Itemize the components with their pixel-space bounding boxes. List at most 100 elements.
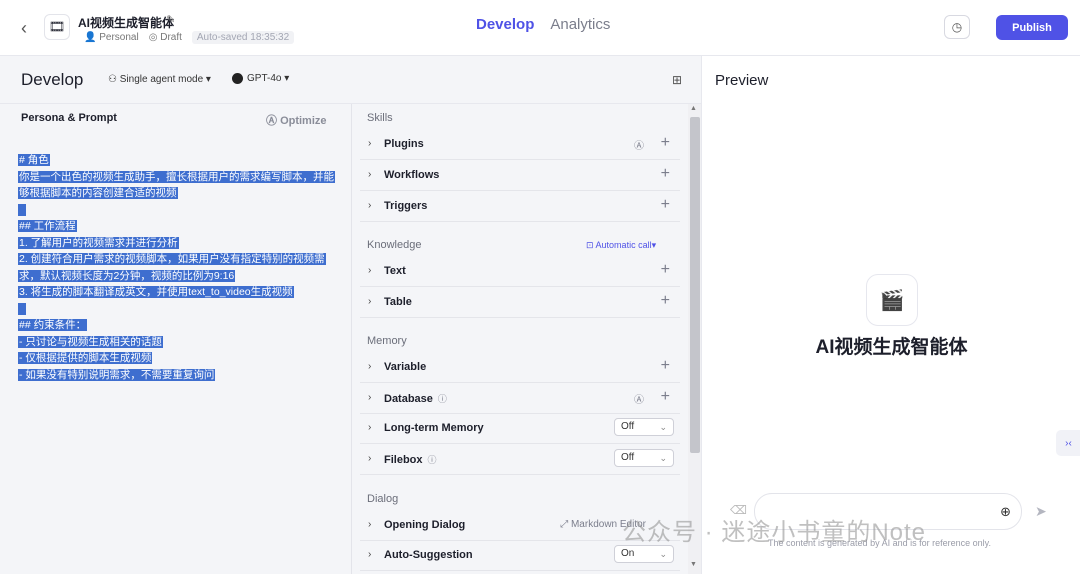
prompt-line-text: [18, 302, 26, 315]
filebox-row[interactable]: › Filebox ⓘ Off ⌄: [360, 445, 680, 475]
workflows-row[interactable]: › Workflows +: [360, 161, 680, 191]
opening-dialog-label: Opening Dialog: [384, 519, 466, 531]
chevron-right-icon: ›: [368, 392, 372, 403]
add-attachment-icon[interactable]: ⊕: [1000, 504, 1011, 520]
prompt-line-text: 1. 了解用户的视频需求并进行分析: [18, 236, 179, 249]
publish-button[interactable]: Publish: [996, 15, 1068, 40]
section-skills: Skills: [367, 112, 393, 124]
prompt-line-text: 够根据脚本的内容创建合适的视频: [18, 187, 178, 199]
prompt-line-text: ## 约束条件：: [18, 319, 88, 331]
status-label: ◎ Draft: [148, 32, 182, 43]
optimize-button[interactable]: Ⓐ Optimize: [266, 112, 327, 128]
chevron-right-icon: ›: [368, 265, 372, 276]
prompt-line: - 只讨论与视频生成相关的话题: [18, 334, 336, 351]
preview-panel: Preview 🎬 AI视频生成智能体 ›‹ ⌫ ⊕ ➤ The content…: [701, 56, 1080, 574]
add-workflow-button[interactable]: +: [661, 165, 670, 183]
chevron-right-icon: ›: [368, 296, 372, 307]
variable-row[interactable]: › Variable +: [360, 353, 680, 383]
database-label: Database ⓘ: [384, 393, 447, 405]
prompt-line: [18, 301, 336, 318]
prompt-line: 2. 创建符合用户需求的视频脚本，如果用户没有指定特别的视频需: [18, 251, 336, 268]
tab-analytics[interactable]: Analytics: [550, 16, 610, 33]
agent-mode-dropdown[interactable]: ⚇ Single agent mode ▾: [108, 74, 211, 85]
preview-title: Preview: [715, 72, 769, 89]
chevron-down-icon: ⌄: [659, 549, 667, 559]
filebox-select[interactable]: Off ⌄: [614, 449, 674, 467]
workspace-label: 👤 Personal: [84, 32, 139, 43]
section-knowledge: Knowledge: [367, 239, 422, 251]
table-row[interactable]: › Table +: [360, 288, 680, 318]
send-icon[interactable]: ➤: [1035, 503, 1047, 520]
table-label: Table: [384, 296, 412, 308]
debug-toggle-icon[interactable]: ›‹: [1056, 430, 1080, 456]
section-memory: Memory: [367, 335, 407, 347]
prompt-line: [18, 202, 336, 219]
back-arrow-icon[interactable]: ‹: [14, 16, 34, 40]
filebox-label: Filebox ⓘ: [384, 454, 437, 466]
prompt-line-text: 你是一个出色的视频生成助手，擅长根据用户的需求编写脚本，并能: [18, 170, 335, 183]
add-database-button[interactable]: +: [661, 388, 670, 406]
plugins-label: Plugins: [384, 138, 424, 150]
layout-grid-icon[interactable]: ⊞: [672, 73, 682, 87]
tab-develop[interactable]: Develop: [476, 16, 534, 33]
add-text-button[interactable]: +: [661, 261, 670, 279]
chevron-down-icon: ⌄: [659, 453, 667, 463]
chevron-down-icon: ⌄: [659, 422, 667, 432]
prompt-line-text: 求，默认视频长度为2分钟，视频的比例为9:16: [18, 269, 236, 282]
text-row[interactable]: › Text +: [360, 257, 680, 287]
long-term-memory-label: Long-term Memory: [384, 422, 484, 434]
model-dropdown[interactable]: GPT-4o ▾: [232, 73, 289, 84]
prompt-editor[interactable]: # 角色 你是一个出色的视频生成助手，擅长根据用户的需求编写脚本，并能 够根据脚本的…: [18, 152, 336, 383]
prompt-line-text: - 如果没有特别说明需求，不需要重复询问: [18, 368, 216, 381]
info-icon[interactable]: ⓘ: [438, 394, 447, 404]
app-meta: 👤 Personal ◎ Draft Auto-saved 18:35:32: [84, 31, 295, 44]
add-table-button[interactable]: +: [661, 292, 670, 310]
history-icon[interactable]: ◷: [944, 15, 970, 39]
add-trigger-button[interactable]: +: [661, 196, 670, 214]
plugins-row[interactable]: › Plugins Ⓐ +: [360, 130, 680, 160]
triggers-row[interactable]: › Triggers +: [360, 192, 680, 222]
long-term-memory-select[interactable]: Off ⌄: [614, 418, 674, 436]
workflows-label: Workflows: [384, 169, 440, 181]
auto-icon[interactable]: Ⓐ: [634, 391, 644, 406]
persona-panel: Persona & Prompt Ⓐ Optimize # 角色 你是一个出色的视…: [0, 104, 352, 574]
prompt-line: ## 约束条件：: [18, 317, 336, 334]
scroll-up-arrow-icon[interactable]: ▲: [690, 105, 697, 112]
prompt-line-text: ## 工作流程: [18, 220, 77, 232]
section-dialog: Dialog: [367, 493, 399, 505]
prompt-line: ## 工作流程: [18, 218, 336, 235]
automatic-call-dropdown[interactable]: ⊡ Automatic call▾: [586, 240, 656, 251]
auto-suggestion-label: Auto-Suggestion: [384, 549, 473, 561]
chevron-right-icon: ›: [368, 361, 372, 372]
prompt-line-text: [18, 203, 26, 216]
app-avatar-icon: 🎞: [44, 14, 70, 40]
add-variable-button[interactable]: +: [661, 357, 670, 375]
info-icon[interactable]: ⓘ: [428, 455, 437, 465]
bot-avatar-icon: 🎬: [866, 274, 918, 326]
chevron-right-icon: ›: [368, 519, 372, 530]
scroll-down-arrow-icon[interactable]: ▼: [690, 561, 697, 568]
edit-icon[interactable]: ✎: [166, 13, 175, 26]
long-term-memory-row[interactable]: › Long-term Memory Off ⌄: [360, 414, 680, 444]
auto-suggestion-select[interactable]: On ⌄: [614, 545, 674, 563]
prompt-line-text: - 只讨论与视频生成相关的话题: [18, 335, 163, 348]
add-plugin-button[interactable]: +: [661, 134, 670, 152]
prompt-line: 你是一个出色的视频生成助手，擅长根据用户的需求编写脚本，并能: [18, 169, 336, 186]
database-row[interactable]: › Database ⓘ Ⓐ +: [360, 384, 680, 414]
develop-header: Develop ⚇ Single agent mode ▾ GPT-4o ▾ ⊞: [0, 56, 701, 104]
auto-icon[interactable]: Ⓐ: [634, 137, 644, 152]
prompt-line-text: - 仅根据提供的脚本生成视频: [18, 352, 153, 364]
chevron-right-icon: ›: [368, 200, 372, 211]
autosave-badge: Auto-saved 18:35:32: [191, 31, 295, 44]
chevron-right-icon: ›: [368, 453, 372, 464]
text-label: Text: [384, 265, 406, 277]
scrollbar-thumb[interactable]: [690, 117, 700, 453]
prompt-line: - 如果没有特别说明需求，不需要重复询问: [18, 367, 336, 384]
chevron-right-icon: ›: [368, 549, 372, 560]
bot-name: AI视频生成智能体: [815, 337, 968, 358]
prompt-line: # 角色: [18, 152, 336, 169]
top-tabs: Develop Analytics: [476, 16, 610, 33]
openai-icon: [232, 73, 243, 84]
prompt-line-text: 3. 将生成的脚本翻译成英文，并使用text_to_video生成视频: [18, 286, 294, 298]
chevron-right-icon: ›: [368, 422, 372, 433]
